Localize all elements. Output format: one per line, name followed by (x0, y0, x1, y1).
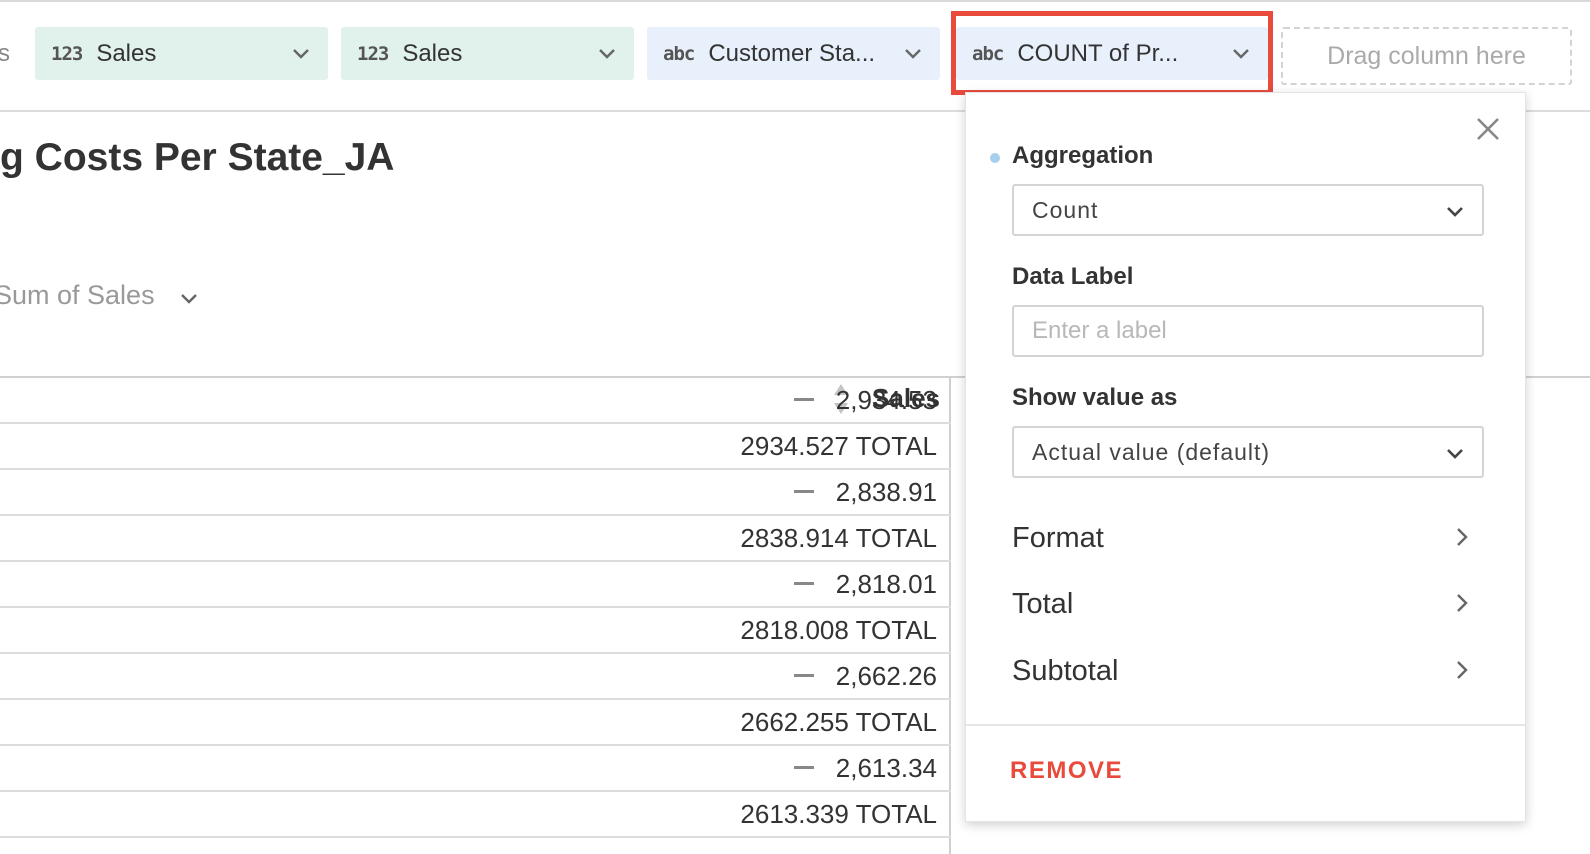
panel-divider (966, 724, 1525, 726)
data-label-label: Data Label (1012, 263, 1134, 290)
row-value: 2,662.26 (793, 661, 937, 692)
column-pill-label: Customer Sta... (708, 39, 876, 67)
column-pill-sales-2[interactable]: 123 Sales (341, 27, 634, 80)
subtotal-menu-item[interactable]: Subtotal (1012, 645, 1484, 695)
row-value: 2,934.53 (793, 385, 937, 416)
report-title: g Costs Per State_JA (0, 136, 395, 179)
show-value-as-label: Show value as (1012, 384, 1178, 411)
aggregation-label: Aggregation (1012, 142, 1154, 169)
aggregation-value: Count (1032, 196, 1099, 223)
table-row: 2,934.53 (0, 378, 951, 424)
chevron-right-icon (1457, 661, 1468, 679)
data-label-input[interactable] (1012, 305, 1484, 357)
row-value: 2,838.91 (793, 477, 937, 508)
total-menu-label: Total (1012, 588, 1074, 620)
row-value: 2934.527 TOTAL (740, 431, 937, 461)
table-row: 2,662.26 (0, 654, 951, 700)
table-row: 2,613.34 (0, 746, 951, 792)
chevron-down-icon[interactable] (902, 42, 924, 64)
total-menu-item[interactable]: Total (1012, 578, 1484, 628)
table-row: 2,818.01 (0, 562, 951, 608)
chevron-right-icon (1457, 528, 1468, 546)
column-pill-label: Sales (402, 39, 463, 67)
table-row: 2613.339 TOTAL (0, 792, 951, 838)
chevron-down-icon[interactable] (290, 42, 312, 64)
numeric-type-icon: 123 (51, 42, 83, 65)
show-value-as-select[interactable]: Actual value (default) (1012, 426, 1484, 478)
row-value: 2,613.34 (793, 753, 937, 784)
collapse-icon[interactable] (793, 765, 814, 769)
row-value: 2,818.01 (793, 569, 937, 600)
table-row: 2818.008 TOTAL (0, 608, 951, 654)
format-menu-item[interactable]: Format (1012, 512, 1484, 562)
collapse-icon[interactable] (793, 489, 814, 493)
drag-column-drop-zone[interactable]: Drag column here (1281, 27, 1572, 85)
table-row: 2934.527 TOTAL (0, 424, 951, 470)
column-pill-label: Sales (96, 39, 157, 67)
table-row: 2838.914 TOTAL (0, 516, 951, 562)
chevron-down-icon[interactable] (596, 42, 618, 64)
numeric-type-icon: 123 (357, 42, 389, 65)
remove-button[interactable]: REMOVE (1010, 757, 1123, 785)
text-type-icon: abc (663, 42, 695, 65)
chevron-down-icon (1447, 207, 1463, 217)
chevron-down-icon (1447, 449, 1463, 459)
collapse-icon[interactable] (793, 581, 814, 585)
column-pill-customer-state[interactable]: abc Customer Sta... (647, 27, 940, 80)
row-value: 2662.255 TOTAL (740, 707, 937, 737)
row-value: 2613.339 TOTAL (740, 799, 937, 829)
chevron-right-icon (1457, 594, 1468, 612)
table-row: 2662.255 TOTAL (0, 700, 951, 746)
table-row: 2,838.91 (0, 470, 951, 516)
collapse-icon[interactable] (793, 673, 814, 677)
column-settings-panel: Aggregation Count Data Label Show value … (965, 92, 1526, 822)
format-menu-label: Format (1012, 522, 1104, 554)
top-border (0, 0, 1590, 2)
row-value: 2818.008 TOTAL (740, 615, 937, 645)
section-indicator-dot (990, 153, 1000, 163)
active-pill-highlight (951, 11, 1273, 95)
show-value-as-value: Actual value (default) (1032, 438, 1271, 465)
row-value: 2838.914 TOTAL (740, 523, 937, 553)
collapse-icon[interactable] (793, 397, 814, 401)
metric-selector[interactable]: Sum of Sales (0, 280, 155, 311)
close-icon[interactable] (1474, 115, 1502, 143)
column-pill-sales-1[interactable]: 123 Sales (35, 27, 328, 80)
toolbar-cutoff-text: s (0, 40, 10, 67)
subtotal-menu-label: Subtotal (1012, 655, 1119, 687)
chevron-down-icon[interactable] (178, 287, 200, 309)
aggregation-select[interactable]: Count (1012, 184, 1484, 236)
